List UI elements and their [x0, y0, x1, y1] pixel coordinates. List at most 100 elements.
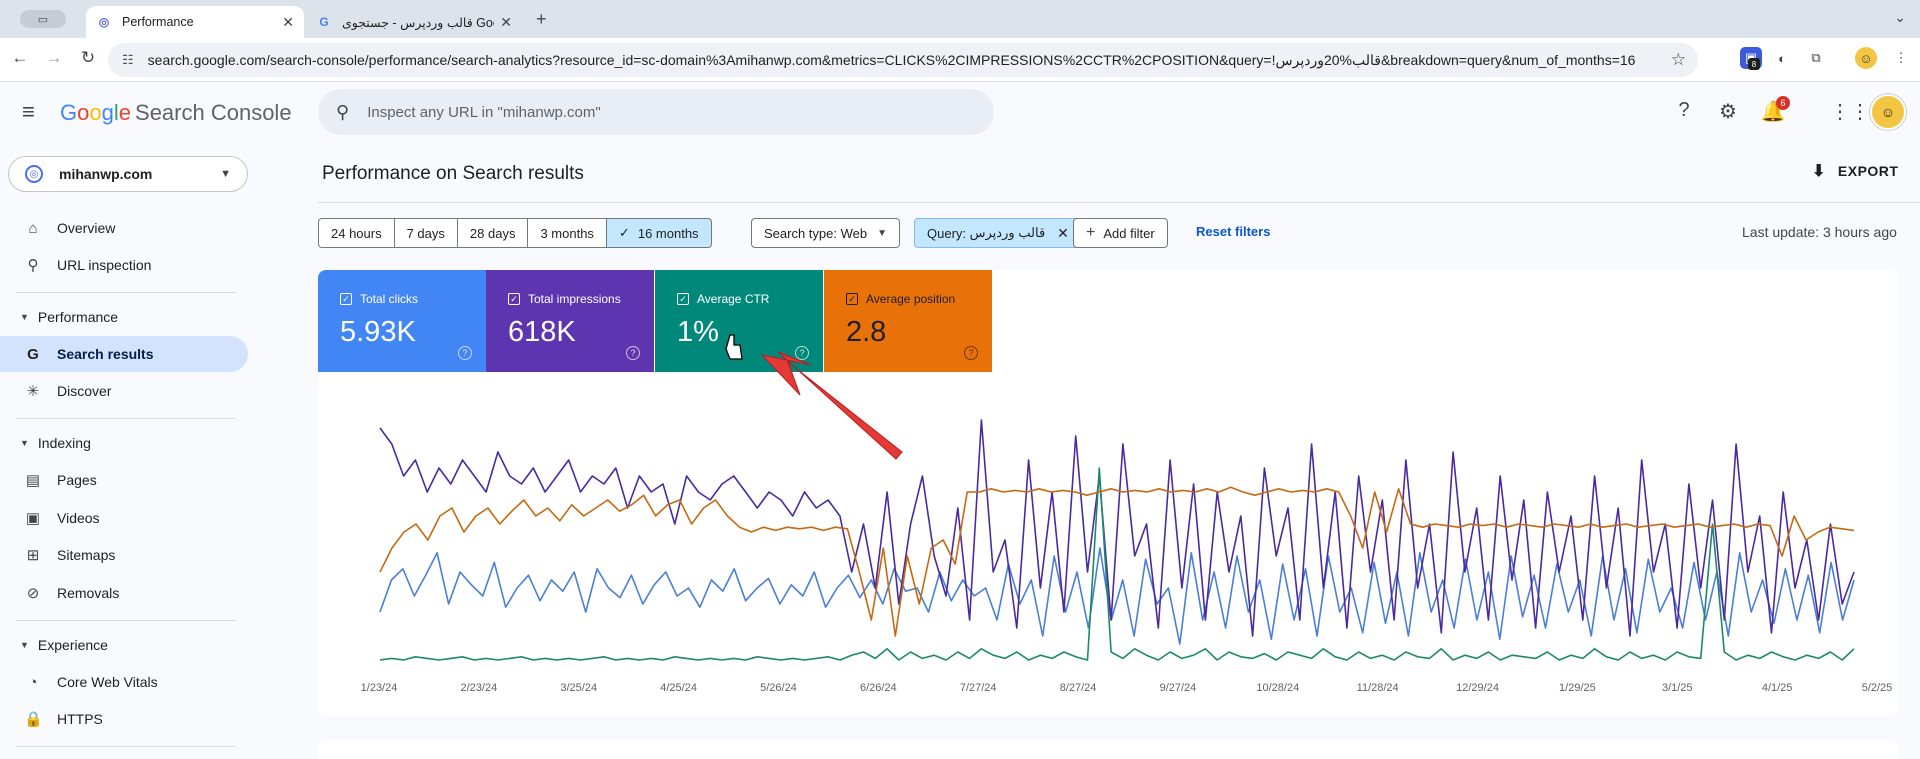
url-inspect-search[interactable]: ⚲ Inspect any URL in "mihanwp.com": [318, 89, 994, 135]
chevron-down-icon: ▼: [220, 168, 231, 180]
more-vert-icon[interactable]: ⋮: [1890, 47, 1912, 69]
tab-performance[interactable]: ◎ Performance ✕: [86, 6, 304, 38]
browser-toolbar: ← → ↻ ☷ search.google.com/search-console…: [0, 38, 1920, 82]
google-favicon-icon: G: [319, 15, 329, 29]
search-type-filter[interactable]: Search type: Web ▼: [751, 218, 900, 248]
date-range-selector: 24 hours 7 days 28 days 3 months ✓ 16 mo…: [318, 218, 712, 248]
chevron-down-icon[interactable]: ⌄: [1894, 9, 1906, 26]
bookmark-star-icon[interactable]: ☆: [1671, 50, 1686, 70]
help-icon[interactable]: ?: [964, 346, 978, 360]
help-icon[interactable]: ?: [1671, 99, 1697, 122]
profile-extension-icon[interactable]: ◐: [1771, 47, 1793, 69]
search-icon: ⚲: [336, 101, 350, 122]
metric-value: 2.8: [846, 316, 887, 348]
metric-total-clicks[interactable]: ✓ Total clicks 5.93K ?: [318, 270, 486, 372]
section-indexing[interactable]: ▼ Indexing: [0, 428, 248, 458]
metric-average-position[interactable]: ✓ Average position 2.8 ?: [824, 270, 992, 372]
menu-icon[interactable]: ≡: [22, 99, 35, 125]
window-switcher-icon[interactable]: ▭: [20, 10, 66, 28]
browser-tab-bar: ▭ ◎ Performance ✕ G قالب وردپرس - جستجوی…: [0, 0, 1920, 38]
x-tick-label: 7/27/24: [959, 682, 997, 694]
app-header: ≡ Google Search Console ⚲ Inspect any URL…: [0, 82, 1920, 142]
divider: [16, 418, 236, 419]
checkbox-icon[interactable]: ✓: [846, 293, 858, 305]
date-range-28d[interactable]: 28 days: [457, 218, 529, 248]
help-icon[interactable]: ?: [458, 346, 472, 360]
x-tick-label: 2/23/24: [460, 682, 498, 694]
sidebar-item-https[interactable]: 🔒 HTTPS: [0, 701, 248, 737]
sidebar-item-url-inspection[interactable]: ⚲ URL inspection: [0, 247, 248, 283]
puzzle-icon[interactable]: ⧉: [1805, 47, 1827, 69]
metric-average-ctr[interactable]: ✓ Average CTR 1% ?: [655, 270, 823, 372]
property-name: mihanwp.com: [59, 166, 153, 182]
tab-google-search[interactable]: G قالب وردپرس - جستجوی Google ✕: [306, 6, 522, 38]
pages-icon: ▤: [25, 472, 41, 489]
sidebar-item-overview[interactable]: ⌂ Overview: [0, 210, 248, 246]
metric-total-impressions[interactable]: ✓ Total impressions 618K ?: [486, 270, 654, 372]
date-range-24h[interactable]: 24 hours: [318, 218, 395, 248]
help-icon[interactable]: ?: [626, 346, 640, 360]
lock-icon: 🔒: [24, 711, 43, 728]
avatar[interactable]: ☺: [1870, 94, 1906, 130]
x-tick-label: 12/29/24: [1456, 682, 1499, 694]
sidebar-item-sitemaps[interactable]: ⊞ Sitemaps: [0, 537, 248, 573]
profile-avatar-icon[interactable]: ☺: [1855, 47, 1877, 69]
check-icon: ✓: [618, 225, 630, 240]
reset-filters-link[interactable]: Reset filters: [1196, 224, 1270, 239]
help-icon[interactable]: ?: [795, 346, 809, 360]
x-tick-label: 1/23/24: [360, 682, 398, 694]
sidebar-item-removals[interactable]: ⊘ Removals: [0, 575, 248, 611]
page-title: Performance on Search results: [322, 163, 584, 184]
checkbox-icon[interactable]: ✓: [508, 293, 520, 305]
caret-down-icon: ▼: [877, 227, 887, 239]
sidebar-item-search-results[interactable]: G Search results: [0, 336, 248, 372]
reload-icon[interactable]: ↻: [76, 48, 100, 68]
gauge-icon: ◔: [28, 673, 38, 691]
export-button[interactable]: ⬇ EXPORT: [1812, 161, 1898, 181]
extension-badge: 8: [1748, 58, 1760, 70]
series-line-average-ctr: [379, 467, 1855, 661]
x-tick-label: 4/1/25: [1761, 682, 1793, 694]
checkbox-icon[interactable]: ✓: [340, 293, 352, 305]
back-icon[interactable]: ←: [8, 48, 32, 68]
plus-icon: +: [1086, 224, 1096, 241]
add-filter-button[interactable]: + Add filter: [1073, 218, 1168, 248]
new-tab-icon[interactable]: +: [536, 9, 547, 30]
x-tick-label: 5/26/24: [760, 682, 797, 694]
caret-down-icon: ▼: [20, 438, 29, 448]
x-tick-label: 10/28/24: [1256, 682, 1300, 694]
performance-line-chart: [379, 419, 1855, 661]
x-tick-label: 8/27/24: [1059, 682, 1097, 694]
sidebar-item-core-web-vitals[interactable]: ◔ Core Web Vitals: [0, 664, 248, 700]
x-tick-label: 11/28/24: [1356, 682, 1399, 694]
remove-filter-icon[interactable]: ✕: [1057, 225, 1069, 242]
search-input[interactable]: Inspect any URL in "mihanwp.com": [367, 104, 601, 121]
section-performance[interactable]: ▼ Performance: [0, 302, 248, 332]
manage-users-icon[interactable]: ⚙: [1715, 99, 1741, 124]
address-bar[interactable]: ☷ search.google.com/search-console/perfo…: [108, 43, 1698, 77]
site-info-icon[interactable]: ☷: [122, 52, 134, 68]
section-experience[interactable]: ▼ Experience: [0, 630, 248, 660]
query-filter-chip[interactable]: Query: قالب وردپرس ✕: [914, 218, 1082, 248]
date-range-16m[interactable]: ✓ 16 months: [606, 218, 712, 248]
x-tick-label: 6/26/24: [859, 682, 897, 694]
sidebar-item-discover[interactable]: ✳ Discover: [0, 373, 248, 409]
close-tab-icon[interactable]: ✕: [282, 14, 294, 31]
search-icon: ⚲: [27, 257, 39, 274]
date-range-7d[interactable]: 7 days: [394, 218, 458, 248]
forward-icon[interactable]: →: [42, 48, 66, 68]
close-tab-icon[interactable]: ✕: [500, 14, 512, 31]
eye-off-icon: ⊘: [26, 585, 40, 602]
google-g-icon: G: [27, 345, 39, 363]
x-tick-label: 3/1/25: [1661, 682, 1693, 694]
checkbox-icon[interactable]: ✓: [677, 293, 689, 305]
x-tick-label: 5/2/25: [1861, 682, 1893, 694]
sidebar-item-pages[interactable]: ▤ Pages: [0, 462, 248, 498]
x-tick-label: 3/25/24: [560, 682, 598, 694]
search-console-logo[interactable]: Google Search Console: [60, 100, 292, 126]
sidebar-item-videos[interactable]: ▣ Videos: [0, 500, 248, 536]
apps-grid-icon[interactable]: ⋮⋮: [1830, 99, 1870, 124]
property-selector[interactable]: ◎ mihanwp.com ▼: [8, 156, 248, 192]
date-range-3m[interactable]: 3 months: [528, 218, 607, 248]
url-text[interactable]: search.google.com/search-console/perform…: [148, 52, 1648, 69]
